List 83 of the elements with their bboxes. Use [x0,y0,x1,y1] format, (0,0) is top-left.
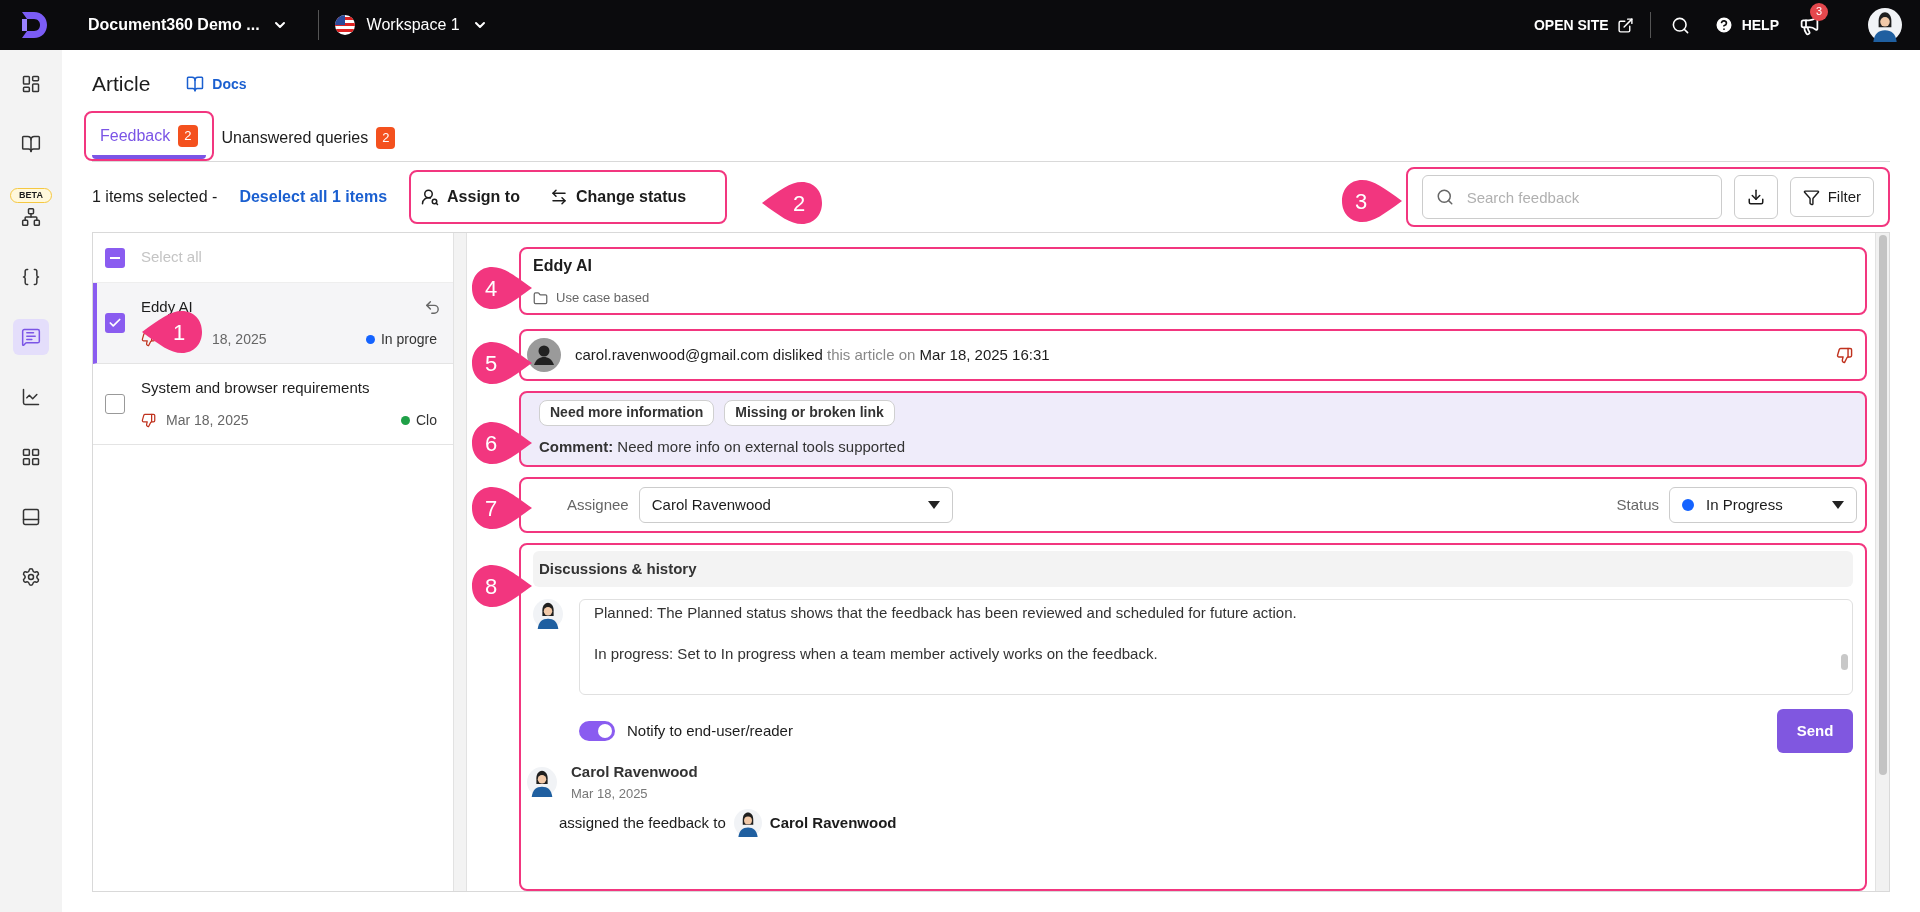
comment-text: Comment: Need more info on external tools supported [539,436,907,457]
search-field[interactable]: Search feedback [1421,175,1722,219]
callout-marker: 3 [1340,178,1404,224]
notification-badge: 3 [1810,2,1828,21]
editor-text: In progress: Set to In progress when a team member actively works on the feedback. [594,643,1159,664]
count-badge: 2 [376,127,396,149]
assignee-dropdown[interactable]: Carol Ravenwood [638,487,953,523]
book-icon [186,75,205,93]
status-label: Status [1616,494,1659,515]
select-all-label: Select all [141,247,202,268]
filter-button[interactable]: Filter [1789,177,1874,217]
tab[interactable]: Unanswered queries 2 [213,119,404,161]
category-label: Use case based [556,289,650,308]
workspace-dropdown[interactable]: Workspace 1 [334,13,488,37]
assignee-label: Assignee [567,494,629,515]
minus-icon [110,256,120,259]
search-icon[interactable] [1670,15,1690,35]
open-site-link[interactable]: OPEN SITE [1533,14,1634,36]
caret-icon [927,501,940,509]
scrollbar-thumb [1841,654,1848,670]
callout-marker: 7 [470,485,534,531]
user-avatar-icon [527,338,561,372]
avatar-icon [527,767,557,797]
filter-icon [1802,188,1820,206]
assignee-name: Carol Ravenwood [769,812,897,833]
reply-icon [424,299,441,316]
page-title: Article [92,71,151,98]
item-date: Mar 18, 2025 [166,410,249,430]
external-link-icon [1616,16,1634,34]
search-icon [1435,188,1454,206]
caret-icon [1832,501,1844,509]
feedback-summary: carol.ravenwood@gmail.com disliked this article on Mar 18, 2025 16:31 [575,344,1051,365]
status-dropdown[interactable]: In Progress [1669,487,1857,523]
beta-badge: BETA [10,188,52,203]
list-item[interactable]: System and browser requirements Mar 18, 2025 Clo [93,364,453,445]
history-author: Carol Ravenwood [571,762,698,782]
avatar-icon [1868,8,1902,42]
checkbox[interactable] [105,247,125,268]
chat-icon[interactable] [13,319,49,355]
count-badge: 2 [178,125,198,147]
person-icon [421,188,440,206]
item-status: Clo [416,410,437,430]
flag-icon [334,15,355,35]
status-value: In Progress [1706,494,1784,515]
folder-icon [533,290,548,306]
editor-text: Planned: The Planned status shows that the feedback has been reviewed and scheduled for future action. [594,603,1298,623]
item-title: System and browser requirements [141,378,370,399]
docs-link[interactable]: Docs [186,73,247,95]
thumbs-down-icon [141,412,156,428]
download-button[interactable] [1733,175,1778,219]
change-status-button[interactable]: Change status [549,185,687,209]
selection-count: 1 items selected - [92,187,218,207]
checkbox[interactable] [105,394,125,414]
history-date: Mar 18, 2025 [571,784,649,803]
item-date: 18, 2025 [212,329,267,349]
notify-label: Notify to end-user/reader [627,720,793,741]
tab[interactable]: Feedback 2 [92,117,206,159]
assign-button[interactable]: Assign to [421,185,520,209]
download-icon [1746,188,1765,206]
history-text: assigned the feedback to [559,812,726,833]
help-icon [1713,15,1734,35]
deselect-link[interactable]: Deselect all 1 items [239,185,388,209]
swap-arrows-icon [549,188,568,206]
reason-tag: Need more information [539,399,715,426]
item-status: In progre [380,329,437,349]
section-title: Discussions & history [539,558,697,579]
reason-tag: Missing or broken link [724,399,895,426]
help-button[interactable]: HELP [1713,14,1779,36]
send-button[interactable]: Send [1777,709,1853,753]
comment-editor[interactable]: Planned: The Planned status shows that the feedback has been reviewed and scheduled for future action. In progress: Set to In progress when a team member actively works on the feedback. [579,599,1853,695]
check-icon [108,316,122,330]
checkbox[interactable] [105,313,125,333]
callout-marker: 8 [470,563,534,609]
callout-marker: 4 [470,265,534,311]
callout-marker: 2 [760,180,824,226]
thumbs-down-icon [1836,346,1853,364]
notify-toggle[interactable] [579,721,615,741]
callout-marker: 6 [470,420,534,466]
avatar-icon [733,809,762,837]
project-dropdown[interactable]: Document360 Demo ... [88,13,288,37]
article-title: Eddy AI [533,256,593,277]
avatar-icon [533,599,563,629]
callout-marker: 5 [470,340,534,386]
